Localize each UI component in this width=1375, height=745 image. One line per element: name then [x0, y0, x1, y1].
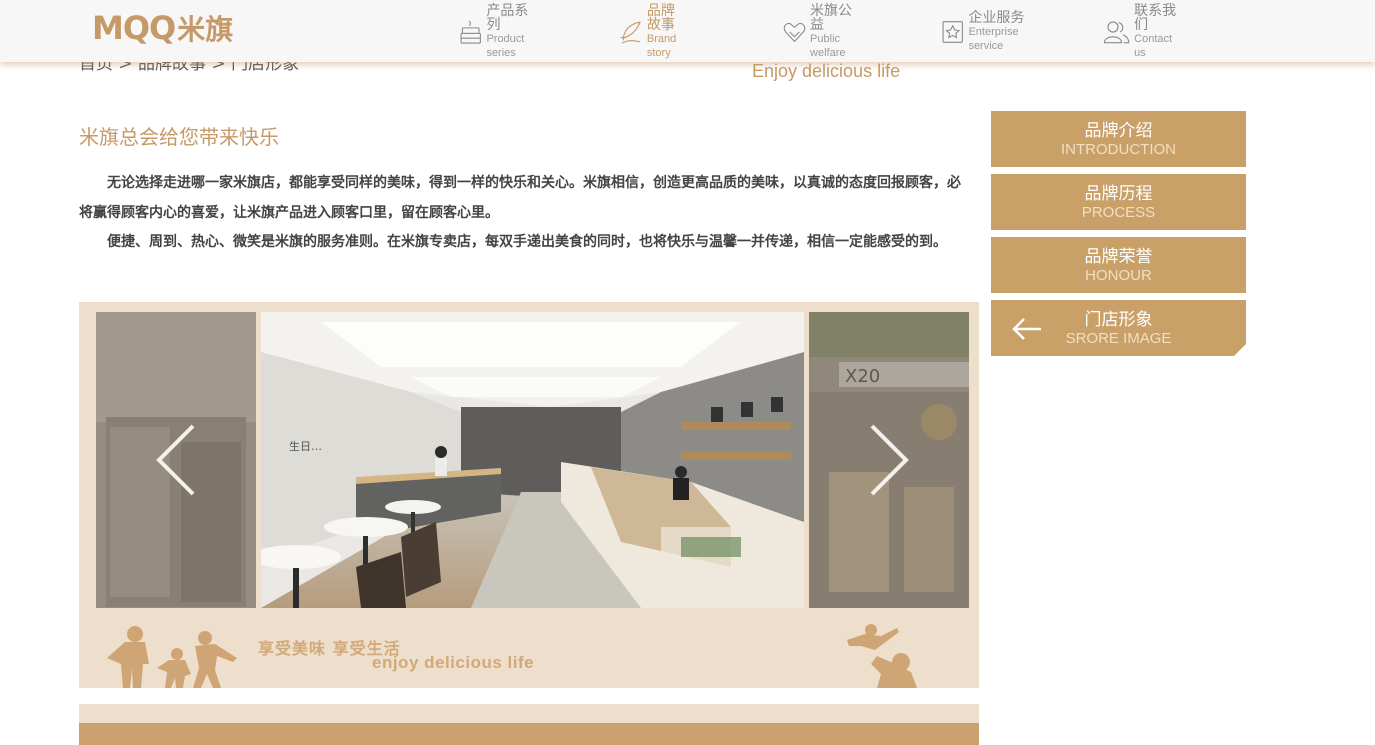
sidebar-label-en: PROCESS	[1081, 204, 1156, 221]
site-header: MQQ 米旗 产品系列 Product series 品牌故事 Brand st…	[0, 0, 1375, 62]
nav-label-cn: 米旗公益	[810, 3, 853, 33]
logo[interactable]: MQQ 米旗	[92, 9, 234, 47]
logo-chinese: 米旗	[177, 13, 234, 46]
gallery-bottom-band	[79, 704, 979, 745]
store-image-gallery: 生日… X20 享受美味 享受生活 enjoy delicious life	[79, 302, 979, 688]
users-icon	[1103, 21, 1130, 44]
nav-label-cn: 联系我们	[1134, 3, 1177, 33]
nav-label-en: Enterprise service	[968, 26, 1019, 52]
gallery-slide-current[interactable]: 生日…	[261, 312, 804, 608]
sidebar-label-cn: 品牌介绍	[1084, 121, 1153, 141]
bottom-stripe	[79, 723, 979, 745]
nav-label-en: Contact us	[1134, 33, 1173, 59]
sidebar-item-process[interactable]: 品牌历程 PROCESS	[991, 174, 1246, 230]
article-title: 米旗总会给您带来快乐	[79, 125, 279, 149]
cake-icon	[460, 20, 481, 44]
enjoy-slogan-en: enjoy delicious life	[372, 653, 535, 672]
arrow-left-icon	[1012, 318, 1041, 340]
parent-child-silhouette-icon	[847, 624, 917, 688]
nav-label-en: Product series	[486, 33, 525, 59]
sidebar-label-en: HONOUR	[1085, 267, 1152, 284]
nav-label-cn: 产品系列	[486, 3, 529, 33]
nav-label-cn: 企业服务	[968, 10, 1025, 26]
nav-product-series[interactable]: 产品系列 Product series	[459, 4, 535, 59]
article-paragraph-2: 便捷、周到、热心、微笑是米旗的服务准则。在米旗专卖店，每双手递出美食的同时，也将…	[107, 234, 947, 250]
sidebar-item-introduction[interactable]: 品牌介绍 INTRODUCTION	[991, 111, 1246, 167]
family-silhouette-icon	[107, 626, 237, 688]
nav-brand-story[interactable]: 品牌故事 Brand story	[619, 4, 686, 59]
nav-enterprise-service[interactable]: 企业服务 Enterprise service	[941, 11, 1029, 53]
wall-text: 生日…	[289, 439, 322, 453]
logo-latin: MQQ	[92, 9, 176, 47]
sidebar-label-cn: 品牌荣誉	[1084, 247, 1153, 267]
nav-public-welfare[interactable]: 米旗公益 Public welfare	[783, 4, 856, 59]
nav-contact-us[interactable]: 联系我们 Contact us	[1103, 4, 1179, 59]
sidebar-item-store-image[interactable]: 门店形象 SRORE IMAGE	[991, 300, 1246, 356]
sidebar-item-honour[interactable]: 品牌荣誉 HONOUR	[991, 237, 1246, 293]
store-interior-photo: 生日…	[261, 312, 804, 608]
article-paragraph-1: 无论选择走进哪一家米旗店，都能享受同样的美味，得到一样的快乐和关心。米旗相信，创…	[79, 175, 961, 221]
nav-label-cn: 品牌故事	[646, 3, 675, 33]
quill-icon	[620, 21, 641, 44]
sidebar-label-cn: 品牌历程	[1084, 184, 1153, 204]
slogan: Enjoy delicious life	[752, 61, 901, 81]
sidebar-label-en: INTRODUCTION	[1061, 141, 1176, 158]
gallery-prev-arrow-icon[interactable]	[153, 422, 197, 498]
nav-label-en: Brand story	[646, 33, 677, 59]
heart-hands-icon	[783, 22, 806, 43]
gallery-next-arrow-icon[interactable]	[868, 422, 912, 498]
star-badge-icon	[942, 21, 963, 43]
nav-label-en: Public welfare	[810, 33, 846, 59]
